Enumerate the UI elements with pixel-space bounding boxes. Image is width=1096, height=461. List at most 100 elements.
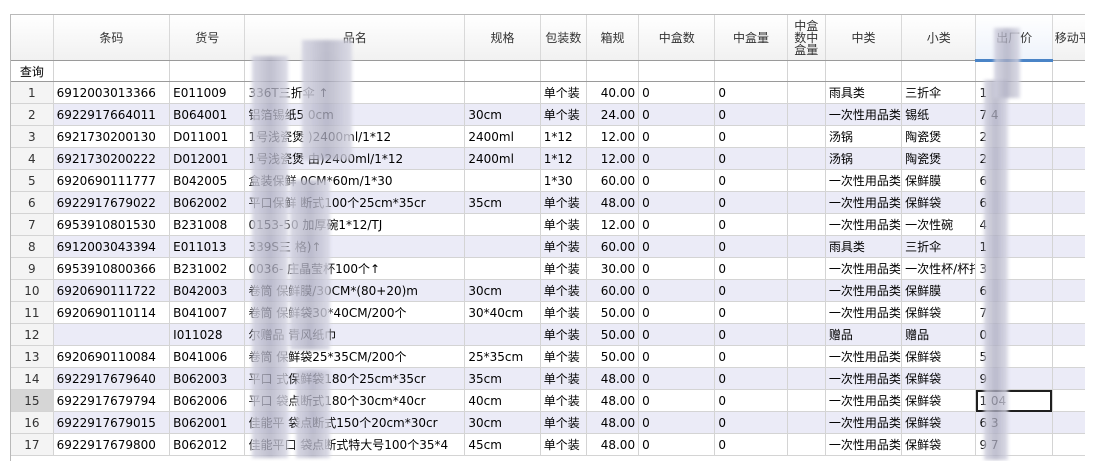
cell-name[interactable]: 卷筒 保鲜袋25*35CM/200个	[244, 345, 466, 368]
cell-subcategory[interactable]: 三折伞	[901, 235, 977, 258]
cell-mid-box-count[interactable]: 0	[638, 235, 716, 258]
column-header-subcategory[interactable]: 小类	[901, 15, 977, 61]
cell-mid-box-pack[interactable]	[787, 389, 826, 412]
cell-mid-box-count[interactable]: 0	[638, 213, 716, 236]
table-row[interactable]: 8 6912003043394 E011013 339S三 格)↑ 单个装 60.00 0 0…	[11, 235, 1085, 258]
cell-mid-box-count[interactable]: 0	[638, 389, 716, 412]
cell-mid-box-pack[interactable]	[787, 125, 826, 148]
filter-cell-mid-box-count[interactable]	[638, 60, 716, 82]
cell-mid-box-qty[interactable]: 0	[714, 301, 788, 324]
cell-item-no[interactable]: B064001	[169, 103, 246, 126]
cell-mid-box-qty[interactable]: 0	[714, 169, 788, 192]
cell-name[interactable]: 339S三 格)↑	[244, 235, 466, 258]
cell-mid-box-qty[interactable]: 0	[714, 411, 788, 434]
cell-item-no[interactable]: B062012	[169, 433, 246, 456]
column-header-box[interactable]: 箱规	[586, 15, 640, 61]
column-header-mid-box-qty[interactable]: 中盒量	[714, 15, 788, 61]
cell-category[interactable]: 一次性用品类	[825, 433, 903, 456]
cell-price[interactable]: 2	[975, 125, 1053, 148]
cell-price[interactable]: 1 04	[975, 389, 1053, 412]
cell-pack[interactable]: 单个装	[540, 433, 587, 456]
cell-box[interactable]: 12.00	[586, 213, 640, 236]
cell-spec[interactable]: 35cm	[464, 367, 541, 390]
cell-mid-box-pack[interactable]	[787, 81, 826, 104]
cell-barcode[interactable]: 6922917679015	[53, 411, 171, 434]
cell-pack[interactable]: 单个装	[540, 389, 587, 412]
cell-barcode[interactable]: 6912003043394	[53, 235, 171, 258]
cell-barcode[interactable]: 6920690110114	[53, 301, 171, 324]
cell-pack[interactable]: 1*12	[540, 125, 587, 148]
cell-barcode[interactable]: 6953910801530	[53, 213, 171, 236]
cell-category[interactable]: 一次性用品类	[825, 279, 903, 302]
cell-category[interactable]: 赠品	[825, 323, 903, 346]
cell-mid-box-count[interactable]: 0	[638, 345, 716, 368]
cell-item-no[interactable]: B062006	[169, 389, 246, 412]
cell-subcategory[interactable]: 赠品	[901, 323, 977, 346]
filter-cell-price[interactable]	[975, 60, 1053, 82]
cell-mid-box-pack[interactable]	[787, 169, 826, 192]
cell-category[interactable]: 汤锅	[825, 147, 903, 170]
cell-name[interactable]: 卷筒 保鲜膜/30CM*(80+20)m	[244, 279, 466, 302]
filter-cell-name[interactable]	[244, 60, 466, 82]
cell-subcategory[interactable]: 三折伞	[901, 81, 977, 104]
cell-mid-box-qty[interactable]: 0	[714, 279, 788, 302]
table-row[interactable]: 17 6922917679800 B062012 佳能平口 袋点断式特大号100个35…	[11, 433, 1085, 456]
cell-name[interactable]: 平口 式保鲜袋180个25cm*35cr	[244, 367, 466, 390]
cell-spec[interactable]	[464, 169, 541, 192]
cell-name[interactable]: 平口 袋点断式180个30cm*40cr	[244, 389, 466, 412]
cell-move[interactable]	[1052, 389, 1085, 412]
cell-spec[interactable]: 40cm	[464, 389, 541, 412]
filter-cell-move[interactable]	[1052, 60, 1085, 82]
cell-price[interactable]: 6	[975, 169, 1053, 192]
cell-mid-box-pack[interactable]	[787, 433, 826, 456]
cell-subcategory[interactable]: 陶瓷煲	[901, 125, 977, 148]
cell-mid-box-pack[interactable]	[787, 235, 826, 258]
cell-mid-box-qty[interactable]: 0	[714, 81, 788, 104]
cell-name[interactable]: 平口保鲜 断式100个25cm*35cr	[244, 191, 466, 214]
cell-subcategory[interactable]: 一次性杯/杯托	[901, 257, 977, 280]
cell-price[interactable]: 9 7	[975, 433, 1053, 456]
cell-price[interactable]: 5	[975, 345, 1053, 368]
column-header-name[interactable]: 品名	[244, 15, 466, 61]
cell-barcode[interactable]: 6922917679640	[53, 367, 171, 390]
cell-price[interactable]: 1	[975, 235, 1053, 258]
cell-box[interactable]: 50.00	[586, 323, 640, 346]
cell-mid-box-pack[interactable]	[787, 147, 826, 170]
cell-pack[interactable]: 单个装	[540, 279, 587, 302]
cell-pack[interactable]: 1*30	[540, 169, 587, 192]
cell-category[interactable]: 一次性用品类	[825, 411, 903, 434]
table-row[interactable]: 6 6922917679022 B062002 平口保鲜 断式100个25cm*35c…	[11, 191, 1085, 214]
cell-item-no[interactable]: E011013	[169, 235, 246, 258]
filter-cell-spec[interactable]	[464, 60, 541, 82]
cell-mid-box-count[interactable]: 0	[638, 279, 716, 302]
cell-price[interactable]: 2	[975, 147, 1053, 170]
cell-subcategory[interactable]: 保鲜袋	[901, 389, 977, 412]
cell-category[interactable]: 一次性用品类	[825, 191, 903, 214]
cell-item-no[interactable]: B231002	[169, 257, 246, 280]
table-row[interactable]: 15 6922917679794 B062006 平口 袋点断式180个30cm*40…	[11, 389, 1085, 412]
filter-cell-mid-box-pack[interactable]	[787, 60, 826, 82]
cell-mid-box-count[interactable]: 0	[638, 81, 716, 104]
cell-mid-box-qty[interactable]: 0	[714, 235, 788, 258]
table-row[interactable]: 11 6920690110114 B041007 卷筒 保鲜袋30*40CM/200个…	[11, 301, 1085, 324]
cell-mid-box-count[interactable]: 0	[638, 257, 716, 280]
cell-subcategory[interactable]: 陶瓷煲	[901, 147, 977, 170]
cell-pack[interactable]: 单个装	[540, 235, 587, 258]
cell-barcode[interactable]: 6921730200130	[53, 125, 171, 148]
cell-box[interactable]: 12.00	[586, 147, 640, 170]
cell-move[interactable]	[1052, 433, 1085, 456]
cell-barcode[interactable]: 6922917679800	[53, 433, 171, 456]
cell-move[interactable]	[1052, 301, 1085, 324]
column-header-move[interactable]: 移动平	[1052, 15, 1085, 61]
column-header-mid-box-pack[interactable]: 中盒数中盒量	[787, 15, 826, 61]
table-row[interactable]: 13 6920690110084 B041006 卷筒 保鲜袋25*35CM/200个…	[11, 345, 1085, 368]
cell-category[interactable]: 一次性用品类	[825, 301, 903, 324]
cell-name[interactable]: 尔赠品 青风纸巾	[244, 323, 466, 346]
cell-mid-box-count[interactable]: 0	[638, 191, 716, 214]
filter-cell-mid-box-qty[interactable]	[714, 60, 788, 82]
cell-mid-box-pack[interactable]	[787, 213, 826, 236]
cell-mid-box-pack[interactable]	[787, 103, 826, 126]
cell-box[interactable]: 50.00	[586, 345, 640, 368]
cell-price[interactable]: 4	[975, 213, 1053, 236]
cell-mid-box-count[interactable]: 0	[638, 411, 716, 434]
